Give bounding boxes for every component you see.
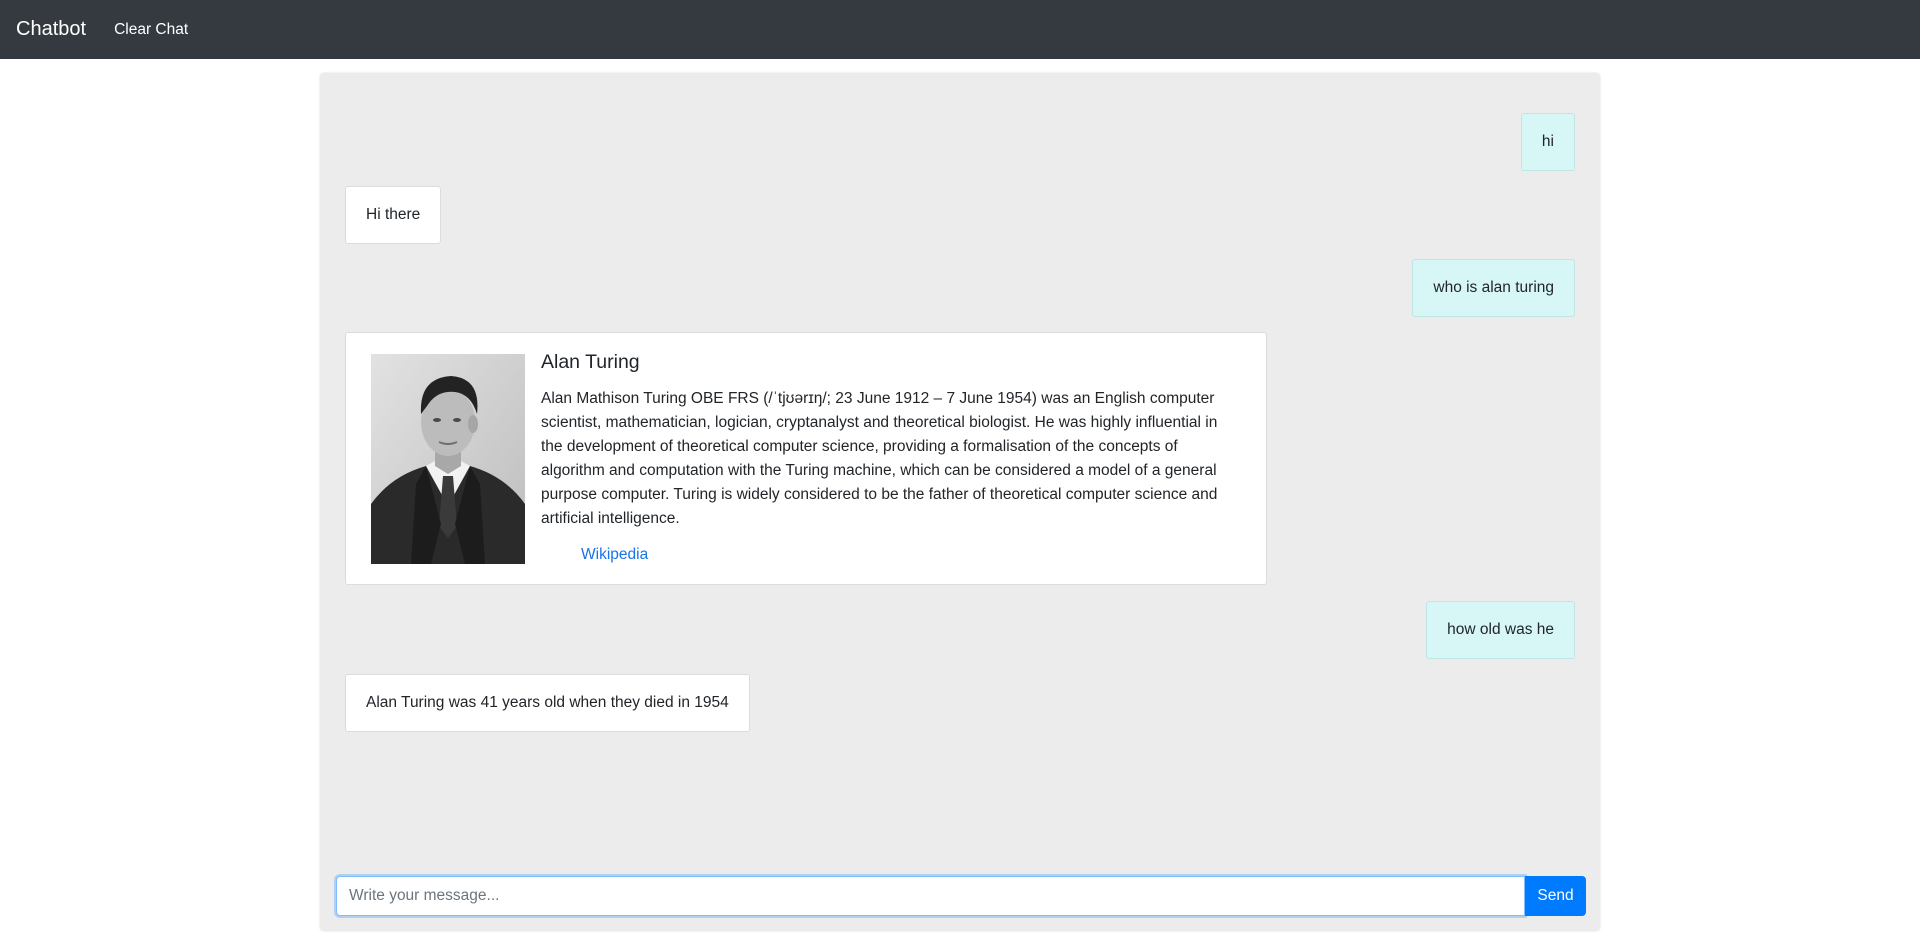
user-message: hi: [1520, 113, 1575, 171]
user-message: how old was he: [1426, 601, 1575, 659]
card-title: Alan Turing: [541, 351, 640, 373]
user-message: who is alan turing: [1412, 259, 1575, 317]
message-text: hi: [1541, 133, 1554, 150]
bot-message: Hi there: [345, 186, 442, 244]
wikipedia-link[interactable]: Wikipedia: [581, 546, 648, 564]
chat-panel: hi Hi there who is alan turing Alan Turi…: [320, 73, 1600, 931]
portrait-image: [371, 354, 525, 564]
brand-link[interactable]: Chatbot: [16, 18, 86, 41]
message-text: Alan Turing was 41 years old when they d…: [366, 694, 729, 711]
message-input[interactable]: [336, 876, 1525, 916]
bot-info-card: Alan Turing Alan Mathison Turing OBE FRS…: [345, 332, 1267, 585]
message-text: how old was he: [1447, 621, 1554, 638]
message-text: who is alan turing: [1433, 279, 1554, 296]
message-text: Hi there: [366, 206, 421, 223]
bot-message: Alan Turing was 41 years old when they d…: [345, 674, 750, 732]
card-description: Alan Mathison Turing OBE FRS (/ˈtjʊərɪŋ/…: [541, 390, 1218, 527]
message-composer: Send: [336, 876, 1586, 916]
clear-chat-link[interactable]: Clear Chat: [114, 21, 188, 39]
navbar: Chatbot Clear Chat: [0, 0, 1920, 59]
send-button[interactable]: Send: [1525, 876, 1586, 916]
